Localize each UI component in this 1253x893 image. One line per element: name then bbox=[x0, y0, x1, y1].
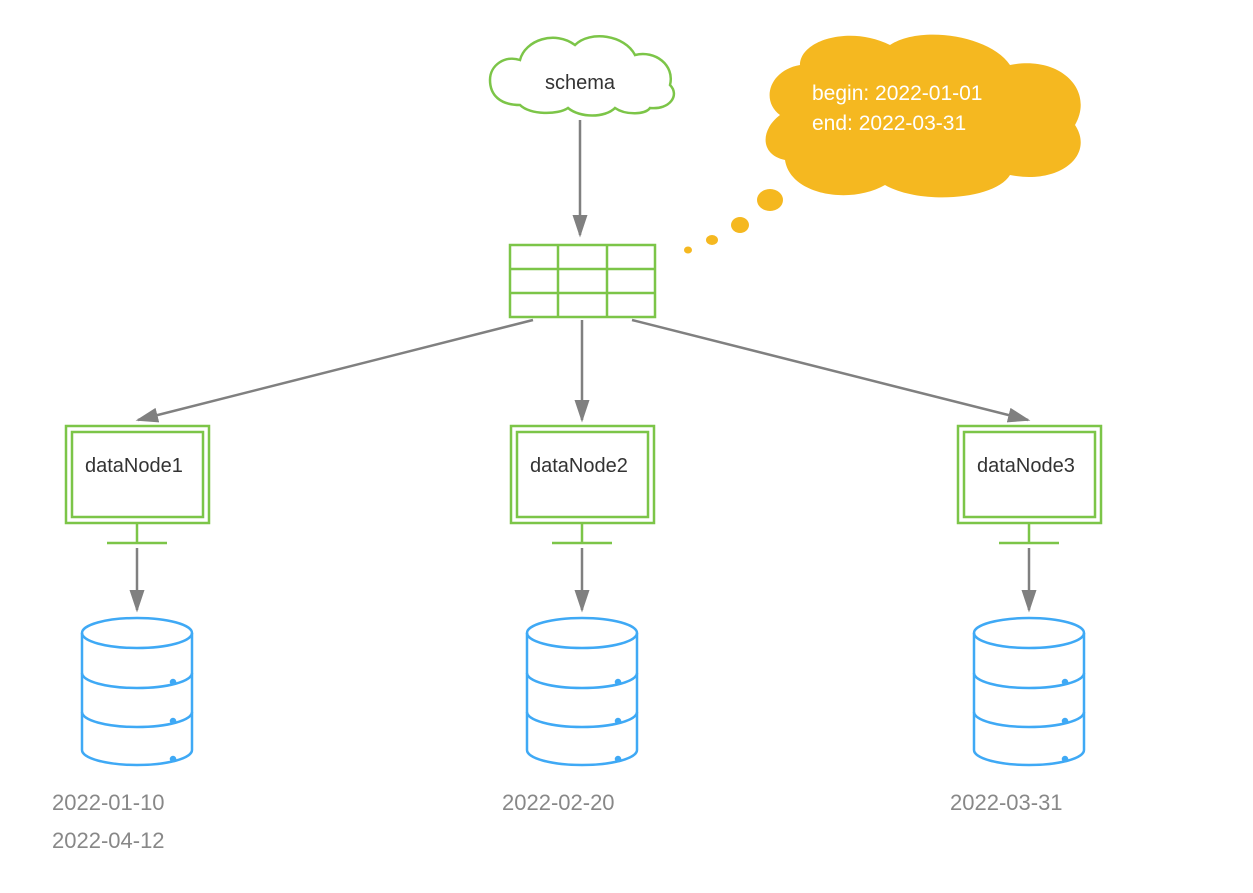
database-icon-2 bbox=[527, 618, 637, 765]
database-icon-3 bbox=[974, 618, 1084, 765]
arrow-table-to-node1 bbox=[138, 320, 533, 420]
arrow-table-to-node3 bbox=[632, 320, 1028, 420]
node2-date1: 2022-02-20 bbox=[502, 790, 615, 816]
callout-line2: end: 2022-03-31 bbox=[812, 108, 966, 140]
node1-label: dataNode1 bbox=[85, 455, 183, 478]
node1-date2: 2022-04-12 bbox=[52, 828, 165, 854]
monitor-icon-1 bbox=[66, 426, 209, 543]
node3-date1: 2022-03-31 bbox=[950, 790, 1063, 816]
monitor-icon-2 bbox=[511, 426, 654, 543]
node3-label: dataNode3 bbox=[977, 455, 1075, 478]
node1-date1: 2022-01-10 bbox=[52, 790, 165, 816]
node2-label: dataNode2 bbox=[530, 455, 628, 478]
callout-line1: begin: 2022-01-01 bbox=[812, 78, 982, 110]
table-icon bbox=[510, 245, 655, 317]
diagram-canvas bbox=[0, 0, 1253, 893]
schema-label: schema bbox=[545, 72, 615, 95]
database-icon-1 bbox=[82, 618, 192, 765]
monitor-icon-3 bbox=[958, 426, 1101, 543]
callout-bubble bbox=[684, 35, 1081, 254]
